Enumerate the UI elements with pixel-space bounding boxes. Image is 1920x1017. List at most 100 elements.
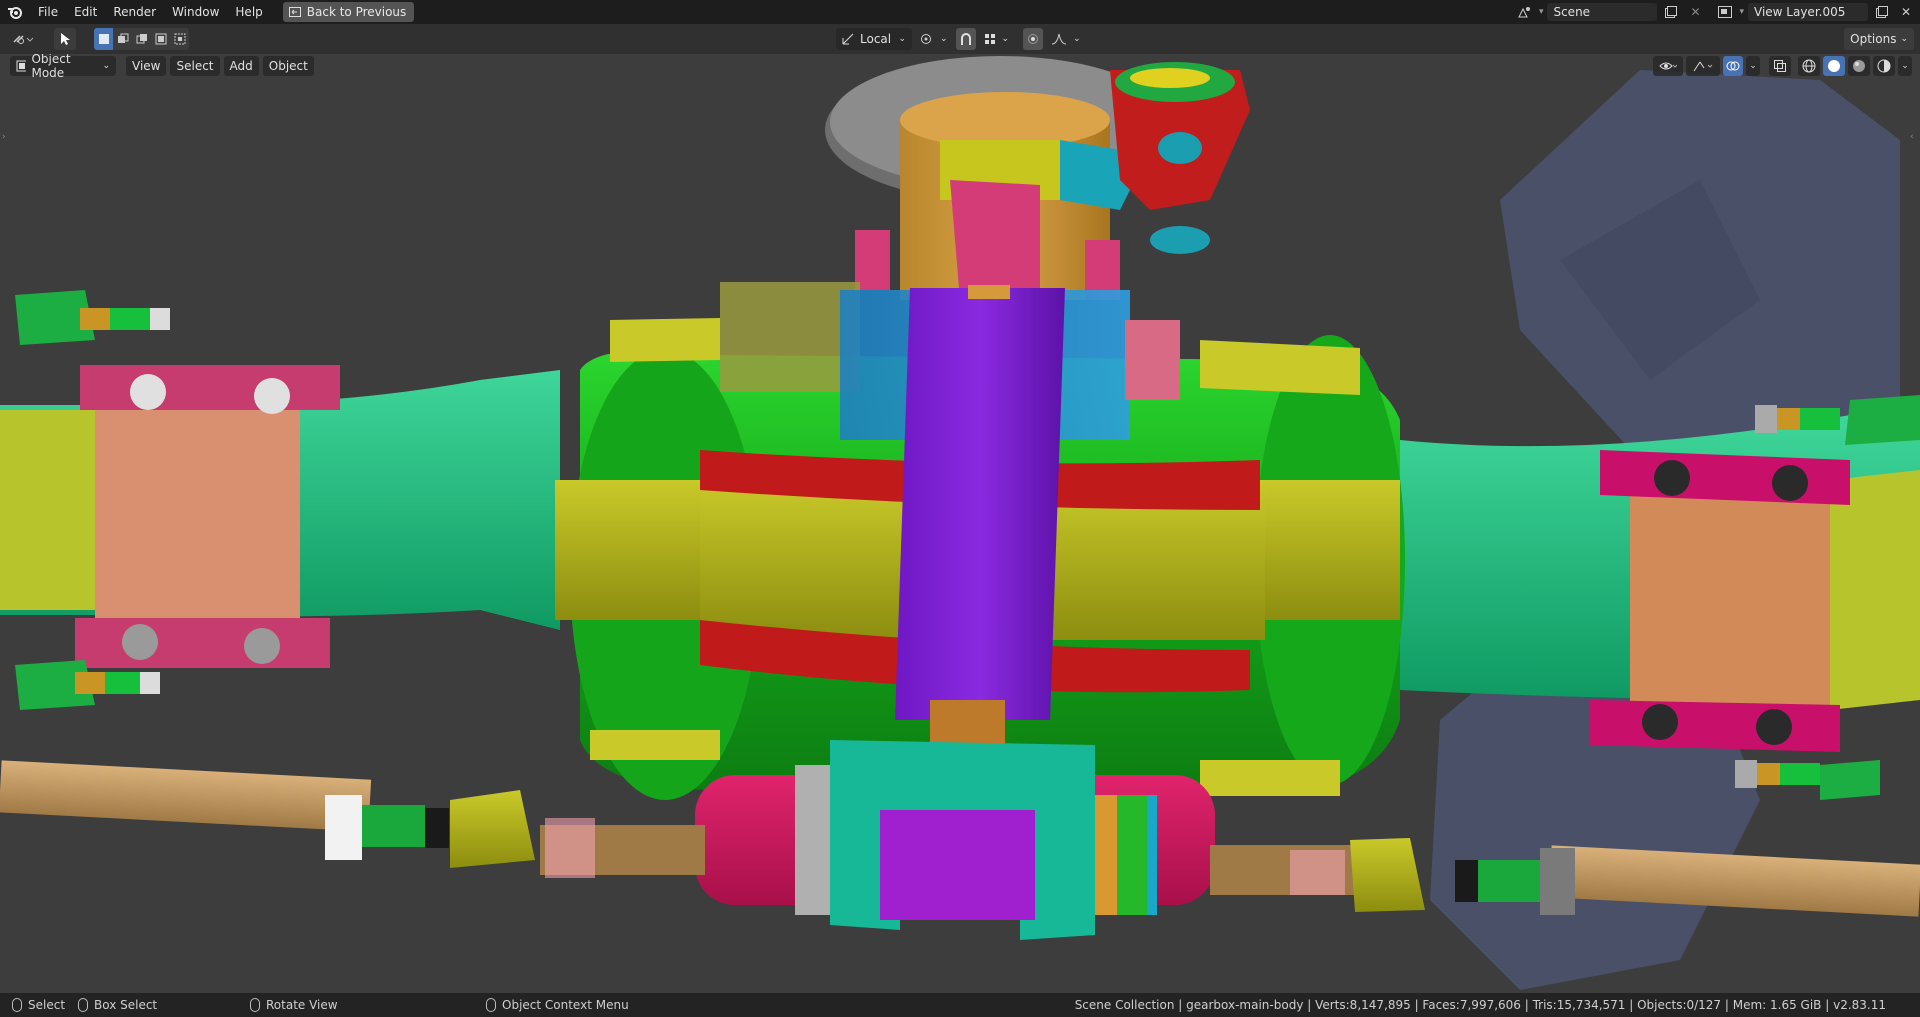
menu-file[interactable]: File bbox=[30, 0, 66, 24]
mouse-left-icon bbox=[12, 998, 22, 1012]
view-layer-text: View Layer.005 bbox=[1754, 5, 1846, 19]
chevron-down-icon: ⌄ bbox=[898, 34, 906, 44]
status-context-menu-hint: Object Context Menu bbox=[486, 998, 629, 1012]
snap-toggle[interactable] bbox=[955, 28, 976, 50]
orientation-icon bbox=[842, 33, 854, 45]
status-box-select-hint: Box Select bbox=[78, 998, 157, 1012]
visibility-dropdown[interactable] bbox=[1653, 56, 1683, 76]
back-to-previous-button[interactable]: Back to Previous bbox=[282, 2, 415, 22]
new-scene-icon[interactable] bbox=[1661, 3, 1681, 21]
material-sphere-icon bbox=[1853, 60, 1865, 72]
menu-object-label: Object bbox=[268, 59, 308, 73]
gizmo-toggle[interactable] bbox=[1686, 56, 1720, 76]
chevron-down-icon: ⌄ bbox=[1001, 34, 1010, 44]
chevron-down-icon: ▾ bbox=[1538, 7, 1544, 17]
shading-material-button[interactable] bbox=[1848, 56, 1870, 76]
xray-toggle[interactable] bbox=[1769, 56, 1791, 76]
falloff-curve-icon bbox=[1052, 33, 1067, 45]
gearbox-model-render bbox=[0, 56, 1920, 990]
overlays-icon bbox=[1726, 61, 1740, 71]
gizmo-icon bbox=[1693, 61, 1713, 72]
scene-name-text: Scene bbox=[1553, 5, 1591, 19]
delete-view-layer-icon[interactable]: ✕ bbox=[1896, 3, 1916, 21]
top-menu-bar: File Edit Render Window Help Back to Pre… bbox=[0, 0, 1920, 24]
rendered-sphere-icon bbox=[1877, 59, 1891, 73]
toolbar-expand-arrow-icon[interactable]: › bbox=[2, 132, 10, 144]
select-subtract-icon[interactable] bbox=[132, 28, 151, 50]
new-view-layer-icon[interactable] bbox=[1872, 3, 1892, 21]
menu-view-label: View bbox=[132, 59, 161, 73]
proportional-edit-toggle[interactable] bbox=[1023, 28, 1044, 50]
overlays-dropdown[interactable]: ⌄ bbox=[1746, 56, 1760, 76]
chevron-down-icon: ⌄ bbox=[1749, 61, 1757, 71]
transform-orientation-dropdown[interactable]: Local ⌄ bbox=[836, 28, 912, 50]
menu-help[interactable]: Help bbox=[227, 0, 270, 24]
status-select-label: Select bbox=[28, 998, 66, 1012]
select-intersect-icon[interactable] bbox=[170, 28, 189, 50]
select-new-icon[interactable] bbox=[94, 28, 113, 50]
delete-scene-icon[interactable]: ✕ bbox=[1685, 3, 1705, 21]
chevron-down-icon: ▾ bbox=[1739, 7, 1744, 17]
status-select-hint: Select bbox=[12, 998, 65, 1012]
scene-selectors: ▾ Scene ✕ ▾ View Layer.005 ✕ bbox=[1515, 0, 1920, 24]
status-bar: Select Box Select Rotate View Object Con… bbox=[0, 993, 1920, 1017]
blender-logo-icon[interactable] bbox=[0, 0, 30, 24]
menu-render[interactable]: Render bbox=[105, 0, 164, 24]
select-tool-icon[interactable] bbox=[54, 28, 76, 50]
object-mode-dropdown[interactable]: Object Mode ⌄ bbox=[10, 54, 116, 80]
menu-select-label: Select bbox=[176, 59, 214, 73]
select-invert-icon[interactable] bbox=[151, 28, 170, 50]
options-label: Options bbox=[1850, 32, 1897, 46]
overlays-toggle[interactable] bbox=[1723, 56, 1743, 76]
status-context-menu-label: Object Context Menu bbox=[502, 998, 629, 1012]
chevron-down-icon: ⌄ bbox=[102, 61, 110, 71]
snap-target-dropdown[interactable]: ⌄ bbox=[982, 28, 1012, 50]
3d-viewport[interactable]: Object Mode ⌄ View Select Add Object ⌄ ⌄… bbox=[0, 54, 1920, 993]
back-icon bbox=[288, 7, 301, 17]
menu-add[interactable]: Add bbox=[223, 56, 259, 76]
back-to-previous-label: Back to Previous bbox=[306, 5, 407, 19]
status-rotate-view-hint: Rotate View bbox=[250, 998, 338, 1012]
chevron-down-icon: ⌄ bbox=[1901, 61, 1909, 71]
menu-select[interactable]: Select bbox=[170, 56, 220, 76]
solid-sphere-icon bbox=[1828, 60, 1840, 72]
menu-window[interactable]: Window bbox=[164, 0, 227, 24]
status-box-select-label: Box Select bbox=[94, 998, 158, 1012]
shading-wireframe-button[interactable] bbox=[1798, 56, 1820, 76]
falloff-dropdown[interactable]: ⌄ bbox=[1049, 28, 1083, 50]
editor-type-icon[interactable] bbox=[8, 28, 38, 50]
eye-icon bbox=[1659, 62, 1677, 70]
status-rotate-view-label: Rotate View bbox=[266, 998, 338, 1012]
view-layer-browse-icon[interactable] bbox=[1715, 3, 1735, 21]
scene-name-field[interactable]: Scene bbox=[1547, 3, 1658, 21]
pivot-point-dropdown[interactable]: ⌄ bbox=[918, 28, 950, 50]
menu-object[interactable]: Object bbox=[262, 56, 314, 76]
magnet-icon bbox=[960, 33, 971, 45]
shading-dropdown[interactable]: ⌄ bbox=[1898, 56, 1912, 76]
pivot-icon bbox=[921, 34, 931, 44]
shading-rendered-button[interactable] bbox=[1873, 56, 1895, 76]
mouse-middle-icon bbox=[250, 998, 260, 1012]
object-mode-label: Object Mode bbox=[31, 54, 71, 80]
scene-statistics: Scene Collection | gearbox-main-body | V… bbox=[1074, 998, 1886, 1012]
mouse-drag-icon bbox=[78, 998, 88, 1012]
xray-icon bbox=[1774, 60, 1786, 72]
chevron-down-icon: ⌄ bbox=[1900, 34, 1908, 44]
mouse-right-icon bbox=[486, 998, 496, 1012]
options-dropdown[interactable]: Options ⌄ bbox=[1844, 28, 1914, 50]
proportional-edit-icon bbox=[1028, 34, 1039, 44]
menu-view[interactable]: View bbox=[126, 56, 167, 76]
shading-solid-button[interactable] bbox=[1823, 56, 1845, 76]
object-mode-icon bbox=[16, 60, 27, 72]
snap-grid-icon bbox=[984, 34, 995, 44]
wireframe-sphere-icon bbox=[1802, 59, 1816, 73]
transform-orientation-label: Local bbox=[860, 32, 892, 46]
menu-edit[interactable]: Edit bbox=[66, 0, 105, 24]
chevron-down-icon: ⌄ bbox=[940, 34, 948, 44]
select-extend-icon[interactable] bbox=[113, 28, 132, 50]
viewport-tool-header: Local ⌄ ⌄ ⌄ ⌄ Options ⌄ bbox=[0, 24, 1920, 54]
sidebar-expand-arrow-icon[interactable]: ‹ bbox=[1910, 132, 1918, 144]
view-layer-field[interactable]: View Layer.005 bbox=[1748, 3, 1868, 21]
scene-browse-icon[interactable] bbox=[1515, 3, 1535, 21]
selection-mode-group bbox=[94, 28, 189, 50]
